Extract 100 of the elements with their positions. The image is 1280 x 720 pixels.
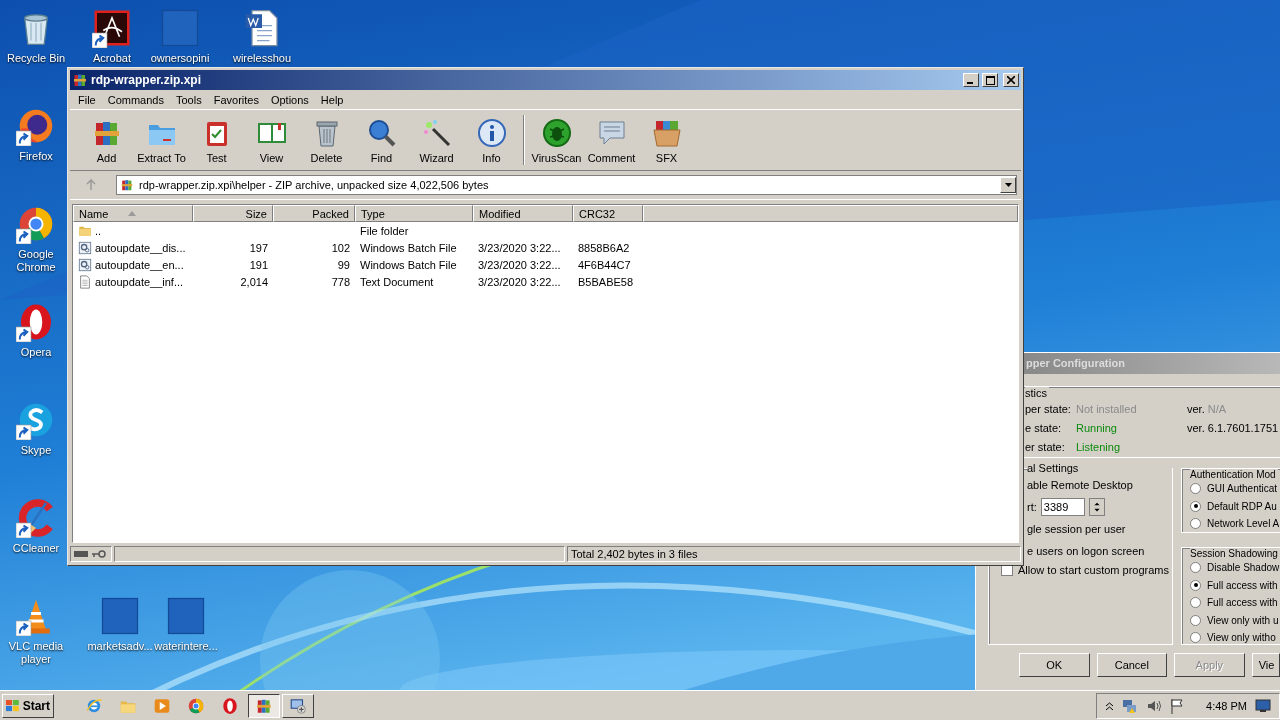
desktop-icon-label[interactable]: Firefox	[19, 150, 53, 163]
play-icon	[153, 696, 171, 715]
text-document-icon	[78, 274, 92, 289]
radio-label[interactable]: Full access with	[1207, 579, 1278, 591]
desktop-icon-label[interactable]: Recycle Bin	[6, 52, 66, 65]
file-name[interactable]: ..	[95, 224, 102, 237]
start-button[interactable]: Start	[2, 693, 54, 718]
radio-button[interactable]	[1190, 579, 1201, 591]
dialog-button[interactable]: OK	[1019, 653, 1090, 677]
checkbox-label[interactable]: Allow to start custom programs	[1018, 564, 1169, 576]
table-cell: 778	[331, 275, 350, 288]
group-label: stics	[1025, 387, 1049, 399]
port-field[interactable]: 3389	[1040, 498, 1085, 516]
drive-icon	[74, 551, 88, 557]
radio-button[interactable]	[1190, 562, 1201, 574]
spinner-icon[interactable]	[1088, 498, 1105, 516]
menu-item[interactable]: Help	[314, 93, 350, 106]
sort-arrow-icon	[128, 211, 137, 216]
file-name[interactable]: autoupdate__en...	[95, 258, 184, 271]
toolbar-button[interactable]: Add	[79, 112, 134, 168]
caret-icon	[1004, 183, 1012, 187]
toolbar-button[interactable]: Extract To	[134, 112, 189, 168]
clock[interactable]: 4:48 PM	[1206, 699, 1247, 712]
toolbar-button[interactable]: SFX	[639, 112, 694, 168]
radio-button[interactable]	[1190, 597, 1201, 609]
desktop-icon-label[interactable]: Acrobat	[93, 52, 131, 65]
radio-button[interactable]	[1190, 518, 1201, 530]
monitor-icon	[289, 696, 307, 715]
address-field[interactable]: rdp-wrapper.zip.xpi\helper - ZIP archive, unpacked size 4,022,506 bytes	[116, 175, 1017, 195]
table-cell: 102	[331, 241, 350, 254]
browser-icon	[187, 696, 205, 715]
radio-button[interactable]	[1190, 632, 1201, 644]
port-label: rt:	[1027, 501, 1037, 513]
radio-label[interactable]: Default RDP Au	[1207, 500, 1277, 512]
desktop-icon-label[interactable]: Skype	[20, 444, 52, 457]
radio-button[interactable]	[1190, 500, 1201, 512]
info-icon	[475, 116, 508, 149]
toolbar-button[interactable]: Info	[464, 112, 519, 168]
table-cell: Windows Batch File	[360, 258, 457, 271]
desktop-icon-label[interactable]: Opera	[20, 346, 52, 359]
radio-label[interactable]: Network Level A	[1207, 518, 1280, 530]
flag-icon[interactable]	[1170, 697, 1185, 714]
checkbox-label[interactable]: able Remote Desktop	[1027, 479, 1133, 491]
radio-label[interactable]: View only witho	[1207, 632, 1276, 644]
desktop-icon-label[interactable]: wirelesshou	[232, 52, 292, 65]
group-label: al Settings	[1027, 462, 1172, 474]
menu-item[interactable]: Options	[264, 93, 315, 106]
show-desktop-icon[interactable]	[1255, 698, 1271, 713]
desktop-icon-label[interactable]: ownersopini	[150, 52, 210, 65]
radio-label[interactable]: GUI Authenticat	[1207, 483, 1278, 495]
toolbar-button[interactable]: VirusScan	[529, 112, 584, 168]
taskbar-button[interactable]	[248, 693, 280, 718]
desktop-icon-label[interactable]: Google Chrome	[6, 248, 66, 274]
books-icon	[120, 178, 134, 192]
toolbar-button[interactable]: Delete	[299, 112, 354, 168]
checkbox-label[interactable]: gle session per user	[1027, 523, 1126, 535]
close-button[interactable]	[1003, 73, 1019, 87]
chevron-up-icon[interactable]	[1105, 701, 1115, 710]
maximize-button[interactable]	[982, 73, 998, 87]
dialog-button[interactable]: Vie	[1251, 653, 1280, 677]
toolbar-button[interactable]: Wizard	[409, 112, 464, 168]
column-header[interactable]: CRC32	[573, 205, 643, 222]
toolbar-button[interactable]: Comment	[584, 112, 639, 168]
menu-item[interactable]: Tools	[170, 93, 208, 106]
books-icon	[72, 72, 88, 88]
radio-label[interactable]: Disable Shadow	[1207, 562, 1280, 574]
toolbar-button[interactable]: Find	[354, 112, 409, 168]
minimize-button[interactable]	[963, 73, 979, 87]
checkbox-label[interactable]: e users on logon screen	[1027, 545, 1145, 557]
bug-icon	[540, 116, 573, 149]
toolbar-button[interactable]: Test	[189, 112, 244, 168]
radio-button[interactable]	[1190, 614, 1201, 626]
radio-label[interactable]: Full access with	[1207, 597, 1278, 609]
table-cell: 3/23/2020 3:22...	[478, 275, 561, 288]
menu-item[interactable]: Commands	[101, 93, 170, 106]
radio-label[interactable]: View only with u	[1207, 614, 1279, 626]
menu-item[interactable]: File	[72, 93, 102, 106]
table-cell: 197	[249, 241, 268, 254]
column-header[interactable]: Type	[355, 205, 473, 222]
group-label: Authentication Mod	[1190, 469, 1278, 480]
network-icon[interactable]	[1122, 697, 1139, 714]
column-header[interactable]: Size	[193, 205, 273, 222]
file-name[interactable]: autoupdate__inf...	[95, 275, 184, 288]
table-cell: Text Document	[360, 275, 434, 288]
dialog-button[interactable]: Cancel	[1096, 653, 1168, 677]
state-value: Not installed	[1076, 402, 1138, 415]
menu-item[interactable]: Favorites	[207, 93, 265, 106]
column-header[interactable]: Modified	[473, 205, 573, 222]
table-cell: Windows Batch File	[360, 241, 457, 254]
column-header[interactable]: Name	[73, 205, 193, 222]
file-name[interactable]: autoupdate__dis...	[95, 241, 186, 254]
radio-button[interactable]	[1190, 483, 1201, 495]
table-cell: 99	[337, 258, 350, 271]
dropdown-button[interactable]	[1000, 177, 1016, 193]
table-cell: File folder	[360, 224, 409, 237]
toolbar-button[interactable]: View	[244, 112, 299, 168]
desktop-icon-label[interactable]: CCleaner	[12, 542, 60, 555]
column-header[interactable]: Packed	[273, 205, 355, 222]
table-cell: B5BABE58	[578, 275, 634, 288]
up-arrow-icon	[85, 179, 97, 191]
